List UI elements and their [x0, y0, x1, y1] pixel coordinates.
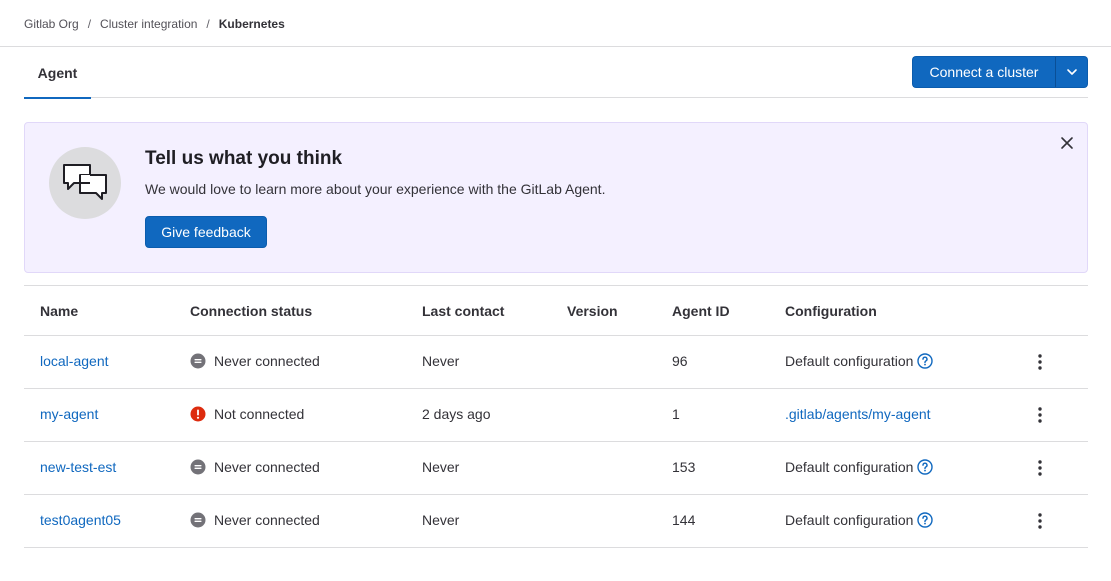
ellipsis-vertical-icon [1038, 354, 1042, 370]
table-row: my-agent Not connected 2 days ago 1 .gitlab/… [24, 389, 1088, 442]
config-text: Default configuration [785, 512, 914, 528]
status-text: Never connected [214, 459, 320, 475]
breadcrumb: Gitlab Org / Cluster integration / Kuber… [24, 16, 285, 32]
feedback-banner: Tell us what you think We would love to … [24, 122, 1088, 273]
status-text: Never connected [214, 353, 320, 369]
ellipsis-vertical-icon [1038, 460, 1042, 476]
cell-last-contact: 2 days ago [422, 406, 491, 422]
status-never-connected-icon [190, 353, 206, 369]
breadcrumb-separator: / [87, 17, 92, 31]
column-header-name: Name [40, 303, 79, 319]
row-actions-button[interactable] [1030, 350, 1050, 374]
breadcrumb-separator: / [206, 17, 210, 31]
table-row: local-agent Never connected Never 96 Default… [24, 336, 1088, 389]
cell-connection-status: Never connected [190, 459, 320, 475]
cell-name: test0agent05 [40, 512, 121, 528]
column-header-last-contact: Last contact [422, 303, 505, 319]
column-header-agent-id: Agent ID [672, 303, 730, 319]
banner-description: We would love to learn more about your e… [145, 181, 606, 197]
chevron-down-icon [1066, 69, 1077, 75]
tab-agent[interactable]: Agent [24, 47, 91, 99]
column-header-version: Version [567, 303, 618, 319]
cell-agent-id: 1 [672, 406, 680, 422]
cell-agent-id: 144 [672, 512, 696, 528]
cell-last-contact: Never [422, 459, 460, 475]
table-row: new-test-est Never connected Never 153 Defau… [24, 442, 1088, 495]
config-link[interactable]: .gitlab/agents/my-agent [785, 406, 931, 422]
cell-agent-id: 153 [672, 459, 696, 475]
cell-name: new-test-est [40, 459, 116, 475]
cell-last-contact: Never [422, 353, 460, 369]
status-never-connected-icon [190, 512, 206, 528]
ellipsis-vertical-icon [1038, 513, 1042, 529]
close-icon[interactable] [1057, 133, 1077, 153]
table-row: test0agent05 Never connected Never 144 Defau… [24, 495, 1088, 548]
row-actions-button[interactable] [1030, 509, 1050, 533]
cell-agent-id: 96 [672, 353, 688, 369]
cell-connection-status: Not connected [190, 406, 304, 422]
status-error-icon [190, 406, 206, 422]
cell-last-contact: Never [422, 512, 460, 528]
breadcrumb-item-cluster-integration[interactable]: Cluster integration [100, 17, 197, 31]
agent-name-link[interactable]: new-test-est [40, 459, 116, 475]
column-header-configuration: Configuration [785, 303, 877, 319]
breadcrumb-item-gitlab-org[interactable]: Gitlab Org [24, 17, 79, 31]
cell-name: my-agent [40, 406, 98, 422]
cell-connection-status: Never connected [190, 353, 320, 369]
help-icon[interactable] [917, 353, 934, 369]
banner-title: Tell us what you think [145, 148, 343, 169]
ellipsis-vertical-icon [1038, 407, 1042, 423]
cell-configuration: Default configuration [785, 353, 934, 369]
help-icon[interactable] [917, 512, 934, 528]
cell-configuration: .gitlab/agents/my-agent [785, 406, 931, 422]
agent-name-link[interactable]: my-agent [40, 406, 98, 422]
table-body: local-agent Never connected Never 96 Default… [24, 336, 1088, 548]
status-text: Not connected [214, 406, 305, 422]
help-icon[interactable] [917, 459, 934, 475]
cell-configuration: Default configuration [785, 459, 934, 475]
config-text: Default configuration [785, 459, 914, 475]
connect-cluster-split-button: Connect a cluster [912, 56, 1088, 88]
row-actions-button[interactable] [1030, 456, 1050, 480]
table-header: Name Connection status Last contact Vers… [24, 286, 1088, 336]
status-never-connected-icon [190, 459, 206, 475]
connect-cluster-dropdown-toggle[interactable] [1056, 56, 1088, 88]
cell-connection-status: Never connected [190, 512, 320, 528]
give-feedback-button[interactable]: Give feedback [145, 216, 267, 248]
column-header-connection-status: Connection status [190, 303, 313, 319]
agents-table: Name Connection status Last contact Vers… [24, 285, 1088, 548]
agent-name-link[interactable]: test0agent05 [40, 512, 121, 528]
row-actions-button[interactable] [1030, 403, 1050, 427]
cell-configuration: Default configuration [785, 512, 934, 528]
status-text: Never connected [214, 512, 320, 528]
chat-bubbles-icon [49, 147, 121, 219]
breadcrumb-current: Kubernetes [218, 17, 285, 31]
connect-cluster-button[interactable]: Connect a cluster [912, 56, 1056, 88]
config-text: Default configuration [785, 353, 914, 369]
agent-name-link[interactable]: local-agent [40, 353, 109, 369]
cell-name: local-agent [40, 353, 109, 369]
